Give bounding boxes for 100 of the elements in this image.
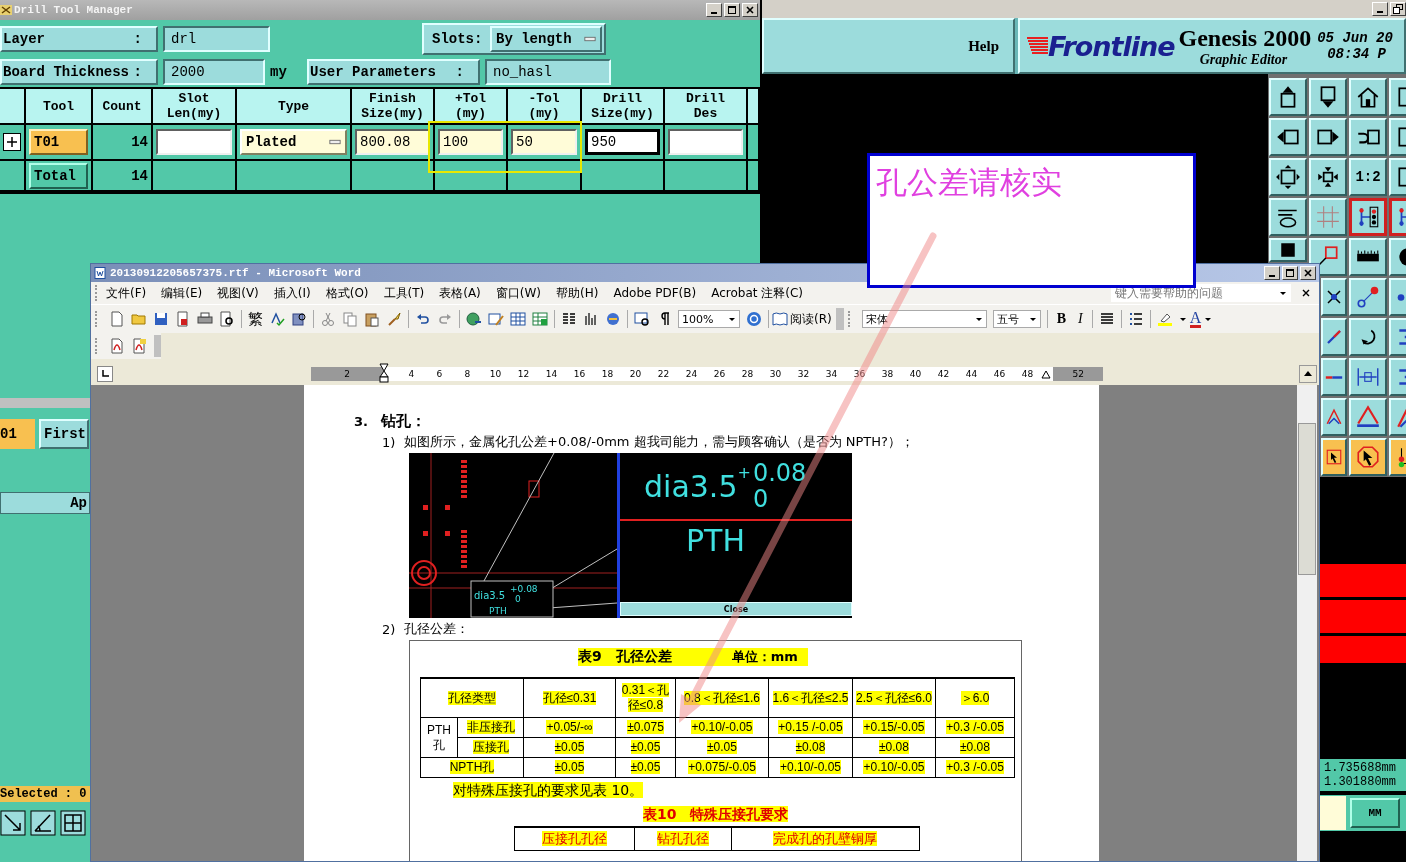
menu-item[interactable]: 工具(T): [383, 284, 425, 302]
column-header: -Tol (my): [508, 89, 582, 125]
table-cell: 14: [93, 125, 153, 161]
total-button[interactable]: Total: [29, 162, 88, 189]
read-button[interactable]: 阅读(R): [772, 310, 832, 328]
menu-item[interactable]: 格式(O): [325, 284, 369, 302]
menu-item[interactable]: 编辑(E): [161, 284, 203, 302]
table-cell: ±0.05: [523, 737, 616, 758]
type-dropdown[interactable]: Plated: [240, 129, 347, 155]
ruler-number: 32: [796, 369, 811, 379]
ruler-number: 26: [712, 369, 727, 379]
column-header: Type: [237, 89, 352, 125]
table-caption: 表10 特殊压接孔要求: [643, 806, 789, 822]
row-header: 非压接孔: [457, 717, 524, 738]
colon-text: :: [455, 63, 464, 80]
ruler-number: 42: [936, 369, 951, 379]
unit-label: my: [270, 63, 288, 80]
field-label: Slots:: [432, 31, 483, 47]
y-coordinate: 1.301880mm: [1324, 775, 1397, 789]
table-cell: ±0.08: [852, 737, 936, 758]
menu-item[interactable]: 插入(I): [273, 284, 311, 302]
ruler-number: 30: [768, 369, 783, 379]
finish-size-field[interactable]: 800.08: [355, 129, 430, 155]
table-cell: +0.10/-0.05: [675, 717, 769, 738]
menu-item[interactable]: Adobe PDF(B): [613, 286, 697, 300]
table-header: 钻孔孔径: [634, 827, 732, 851]
menu-item[interactable]: 视图(V): [217, 284, 259, 302]
table-header: 孔径≤0.31: [523, 678, 616, 718]
table-cell: ±0.05: [675, 737, 769, 758]
apply-button[interactable]: Ap: [0, 492, 90, 514]
font-size-dropdown[interactable]: 五号: [992, 310, 1041, 328]
layer-field[interactable]: drl: [163, 26, 270, 52]
table-cell: +0.3 /-0.05: [935, 757, 1015, 778]
section-number: 3.: [354, 413, 369, 429]
date-text: 05 Jun 20: [1317, 30, 1393, 46]
row-header: PTH 孔: [420, 717, 458, 758]
window-title: Drill Tool Manager: [14, 4, 133, 16]
x-coordinate: 1.735688mm: [1324, 761, 1397, 775]
tolerance-label: 0: [515, 594, 521, 604]
font-dropdown[interactable]: 宋体: [861, 310, 987, 328]
section-heading: 钻孔：: [381, 411, 426, 431]
font-color-button[interactable]: A: [1189, 310, 1202, 328]
column-header: Drill Size(my): [582, 89, 665, 125]
menu-item[interactable]: 文件(F): [106, 284, 147, 302]
note-text: 对特殊压接孔的要求见表 10。: [453, 782, 644, 798]
thickness-field[interactable]: 2000: [163, 58, 265, 85]
menu-item[interactable]: 窗口(W): [495, 284, 542, 302]
minus-tolerance-field[interactable]: 50: [511, 129, 577, 155]
product-subtitle: Graphic Editor: [1199, 52, 1288, 68]
comment-text: 孔公差请核实: [876, 164, 1062, 200]
table-cell: +0.10/-0.05: [768, 757, 853, 778]
table-cell: ±0.08: [935, 737, 1015, 758]
menu-item[interactable]: 帮助(H): [556, 284, 599, 302]
ruler-number: 48: [1020, 369, 1035, 379]
plus-sign: +: [737, 463, 751, 482]
table-caption: 表9 孔径公差: [578, 648, 732, 666]
table-header: 孔径类型: [420, 678, 524, 718]
field-label: Board Thickness: [3, 63, 130, 80]
table-cell: +0.075/-0.05: [675, 757, 769, 778]
drill-size-field[interactable]: 950: [585, 129, 660, 155]
italic-button[interactable]: I: [1078, 311, 1083, 327]
table-cell: 14: [93, 161, 153, 192]
type-label: PTH: [489, 606, 507, 616]
paragraph: 如图所示，金属化孔公差+0.08/-0mm 超我司能力，需与顾客确认（是否为 NPTH?）；: [404, 433, 914, 451]
unit-button[interactable]: MM: [1350, 798, 1400, 828]
table-cell: +0.15 /-0.05: [768, 717, 853, 738]
table-header: 完成孔的孔壁铜厚: [731, 827, 920, 851]
ruler-number: 40: [908, 369, 923, 379]
parameters-field[interactable]: no_hasl: [485, 58, 611, 85]
selected-status: Selected : 0: [0, 786, 90, 802]
table-cell: +0.15/-0.05: [852, 717, 936, 738]
colon-text: :: [133, 63, 142, 80]
scale-button[interactable]: 1:2: [1349, 158, 1387, 196]
logo-text: Frontline: [1048, 30, 1175, 62]
table-cell: +0.05/-∞: [523, 717, 616, 738]
row-header: NPTH孔: [420, 757, 524, 778]
column-header: Count: [93, 89, 153, 125]
field-label: User Parameters: [310, 63, 437, 80]
table-cell: ±0.05: [615, 737, 676, 758]
first-button[interactable]: First: [39, 419, 89, 449]
ruler-number: 14: [544, 369, 559, 379]
table-cell: ±0.08: [768, 737, 853, 758]
table-cell: ±0.075: [615, 717, 676, 738]
menu-item[interactable]: Acrobat 注释(C): [711, 284, 803, 302]
row-header: 压接孔: [457, 737, 524, 758]
close-button[interactable]: Close: [620, 602, 852, 616]
plus-tolerance-field[interactable]: 100: [438, 129, 503, 155]
ruler-number: 36: [852, 369, 867, 379]
help-menu[interactable]: Help: [968, 37, 999, 55]
field-label: Layer: [3, 31, 45, 47]
zoom-dropdown[interactable]: 100%: [678, 310, 740, 328]
table-header: 2.5＜孔径≤6.0: [852, 678, 936, 718]
bold-button[interactable]: B: [1056, 311, 1067, 327]
menu-item[interactable]: 表格(A): [439, 284, 481, 302]
traditional-button[interactable]: 繁: [248, 309, 263, 329]
slots-dropdown[interactable]: By length: [490, 26, 602, 52]
upper-tolerance: 0.08: [752, 460, 807, 486]
ruler-number: 6: [435, 369, 444, 379]
time-text: 08:34 P: [1327, 46, 1387, 62]
tool-button[interactable]: T01: [29, 129, 88, 155]
